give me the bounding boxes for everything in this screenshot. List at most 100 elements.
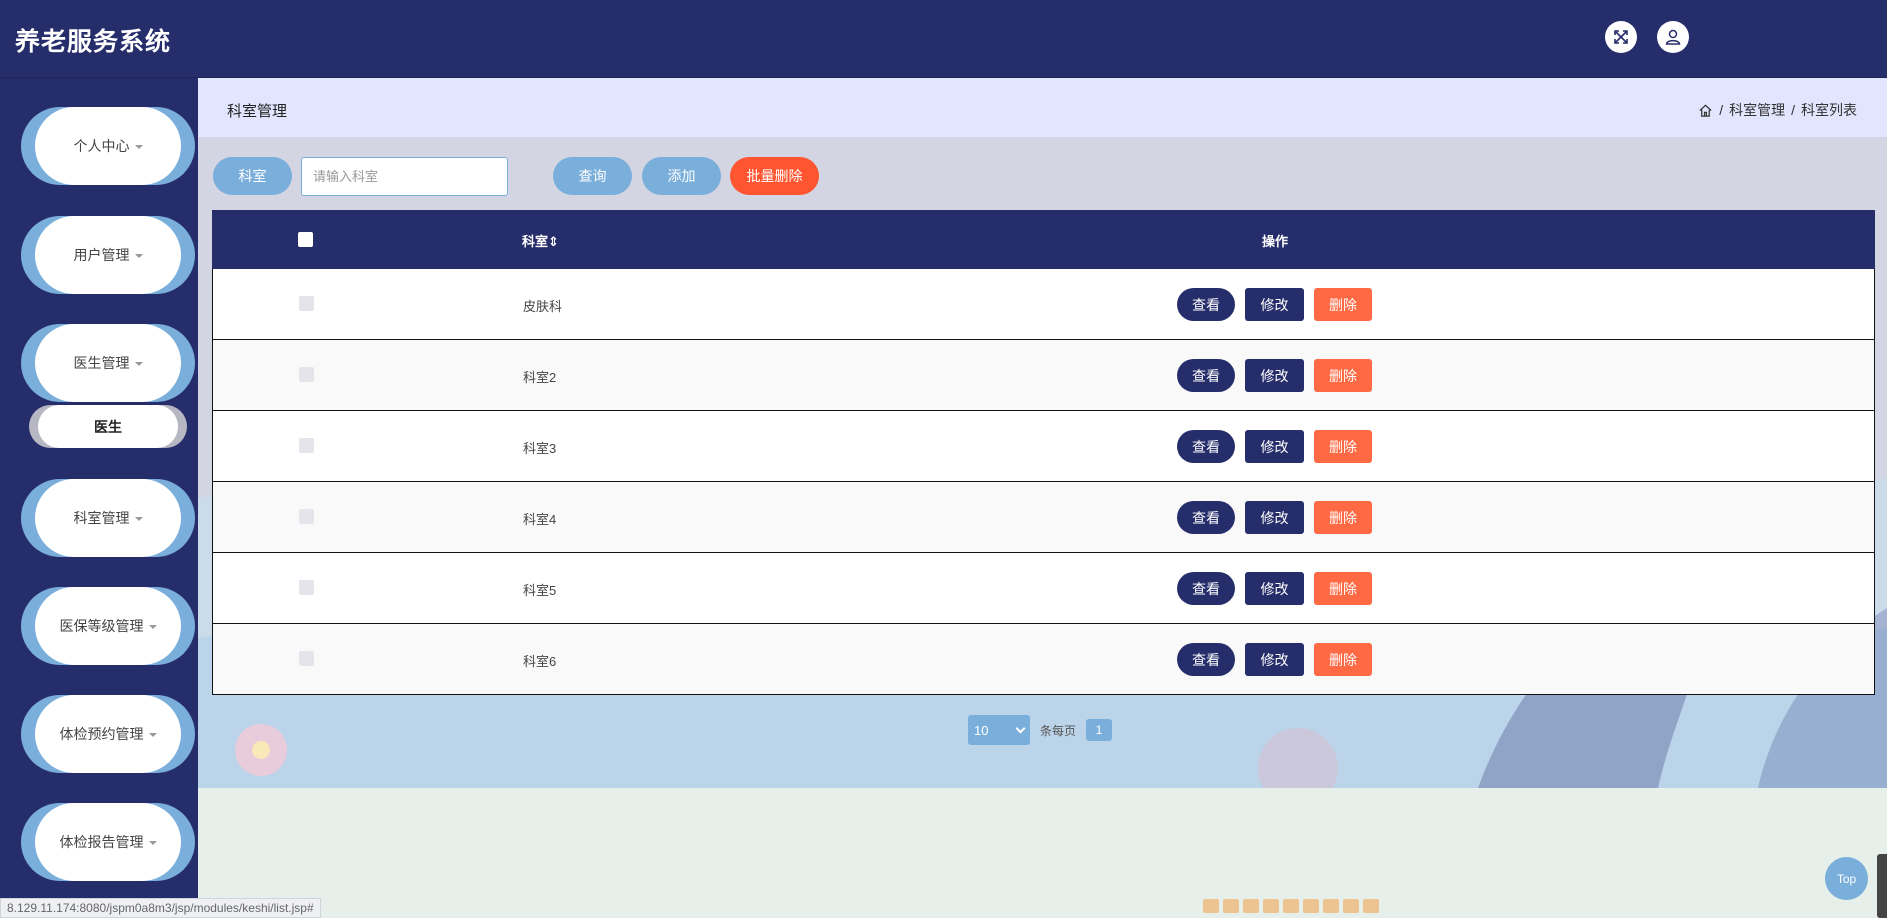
select-all-checkbox[interactable]	[298, 232, 313, 247]
breadcrumb-item: 科室列表	[1801, 102, 1857, 118]
page-size-value: 10	[974, 722, 989, 738]
edit-button[interactable]: 修改	[1245, 501, 1304, 534]
table-row: 科室2 查看 修改 删除	[212, 340, 1875, 411]
edit-button[interactable]: 修改	[1245, 288, 1304, 321]
delete-button[interactable]: 删除	[1314, 359, 1372, 392]
chevron-down-icon	[134, 254, 143, 258]
add-button[interactable]: 添加	[642, 157, 721, 195]
page-title: 科室管理	[227, 103, 288, 120]
sidebar-item-label: 体检报告管理	[59, 834, 144, 850]
cell-department: 科室2	[523, 370, 557, 385]
per-page-label: 条每页	[1040, 723, 1077, 738]
delete-button[interactable]: 删除	[1314, 643, 1372, 676]
sidebar-subitem-label: 医生	[38, 405, 178, 448]
edit-button[interactable]: 修改	[1245, 430, 1304, 463]
table-row: 皮肤科 查看 修改 删除	[212, 269, 1875, 340]
breadcrumb-separator: /	[1791, 102, 1795, 118]
view-button[interactable]: 查看	[1177, 288, 1235, 321]
page-number-button[interactable]: 1	[1086, 719, 1113, 741]
user-icon[interactable]	[1657, 21, 1689, 53]
sidebar-item-department-management[interactable]: 科室管理	[21, 479, 195, 557]
delete-button[interactable]: 删除	[1314, 501, 1372, 534]
table-row: 科室4 查看 修改 删除	[212, 482, 1875, 553]
view-button[interactable]: 查看	[1177, 501, 1235, 534]
main-content: 科室管理 / 科室管理 / 科室列表 科室 查询 添加 批量删除 科室⇕ 操作 …	[198, 78, 1887, 788]
sidebar-subitem-doctor[interactable]: 医生	[29, 405, 187, 448]
sidebar-item-label: 用户管理	[73, 247, 130, 263]
chevron-down-icon	[134, 517, 143, 521]
ime-toolbar	[1203, 896, 1399, 916]
cell-department: 科室5	[523, 583, 557, 598]
sidebar-item-checkup-report[interactable]: 体检报告管理	[21, 803, 195, 881]
ime-icon	[1283, 899, 1299, 913]
row-checkbox[interactable]	[299, 509, 314, 524]
cell-department: 科室3	[523, 441, 557, 456]
sidebar-item-personal-center[interactable]: 个人中心	[21, 107, 195, 185]
breadcrumb-separator: /	[1719, 102, 1724, 118]
breadcrumb-item[interactable]: 科室管理	[1729, 100, 1785, 120]
row-checkbox[interactable]	[299, 296, 314, 311]
cell-department: 科室6	[523, 654, 557, 669]
sidebar-item-insurance-level[interactable]: 医保等级管理	[21, 587, 195, 665]
row-checkbox[interactable]	[299, 367, 314, 382]
department-table: 科室⇕ 操作 皮肤科 查看 修改 删除 科室2 查看 修改 删除 科室3 查看 …	[212, 210, 1875, 695]
row-checkbox[interactable]	[299, 438, 314, 453]
row-checkbox[interactable]	[299, 651, 314, 666]
view-button[interactable]: 查看	[1177, 643, 1235, 676]
sidebar-item-label: 个人中心	[73, 138, 130, 154]
sidebar-item-label: 科室管理	[73, 510, 130, 526]
search-field-label: 科室	[213, 157, 292, 195]
table-header: 科室⇕ 操作	[212, 210, 1875, 269]
sidebar-item-doctor-management[interactable]: 医生管理	[21, 324, 195, 402]
batch-delete-button[interactable]: 批量删除	[730, 157, 819, 195]
delete-button[interactable]: 删除	[1314, 430, 1372, 463]
ime-icon	[1203, 899, 1219, 913]
sidebar-item-label: 体检预约管理	[59, 726, 144, 742]
fullscreen-icon[interactable]	[1605, 21, 1637, 53]
home-icon[interactable]	[1698, 103, 1713, 118]
ime-icon	[1223, 899, 1239, 913]
ime-icon	[1243, 899, 1259, 913]
chevron-down-icon	[134, 362, 143, 366]
back-to-top-button[interactable]: Top	[1825, 857, 1868, 900]
chevron-down-icon	[1015, 723, 1026, 733]
sidebar-item-checkup-booking[interactable]: 体检预约管理	[21, 695, 195, 773]
chevron-down-icon	[134, 145, 143, 149]
column-header-department[interactable]: 科室⇕	[522, 231, 559, 250]
view-button[interactable]: 查看	[1177, 572, 1235, 605]
table-row: 科室5 查看 修改 删除	[212, 553, 1875, 624]
cell-department: 皮肤科	[523, 299, 563, 314]
table-row: 科室6 查看 修改 删除	[212, 624, 1875, 695]
edit-button[interactable]: 修改	[1245, 643, 1304, 676]
sidebar-item-user-management[interactable]: 用户管理	[21, 216, 195, 294]
row-checkbox[interactable]	[299, 580, 314, 595]
ime-icon	[1343, 899, 1359, 913]
column-header-operations: 操作	[1262, 234, 1289, 249]
view-button[interactable]: 查看	[1177, 359, 1235, 392]
page-size-select[interactable]: 10	[968, 715, 1030, 745]
table-row: 科室3 查看 修改 删除	[212, 411, 1875, 482]
view-button[interactable]: 查看	[1177, 430, 1235, 463]
app-title: 养老服务系统	[15, 28, 172, 56]
ime-icon	[1323, 899, 1339, 913]
scrollbar-handle[interactable]	[1877, 854, 1887, 918]
browser-status-url: 8.129.11.174:8080/jspm0a8m3/jsp/modules/…	[0, 898, 321, 918]
breadcrumb-bar: 科室管理 / 科室管理 / 科室列表	[198, 78, 1887, 137]
chevron-down-icon	[148, 841, 157, 845]
chevron-down-icon	[148, 625, 157, 629]
pagination: 10 条每页 1	[968, 715, 1113, 745]
top-header: 养老服务系统	[0, 0, 1887, 78]
breadcrumb: / 科室管理 / 科室列表	[1698, 100, 1857, 120]
delete-button[interactable]: 删除	[1314, 572, 1372, 605]
edit-button[interactable]: 修改	[1245, 359, 1304, 392]
sidebar: 个人中心 用户管理 医生管理 医生 科室管理 医保等级管理 体检预约管理 体检报…	[0, 78, 198, 918]
sidebar-item-label: 医生管理	[73, 355, 130, 371]
sidebar-item-label: 医保等级管理	[59, 618, 144, 634]
search-input[interactable]	[301, 157, 508, 196]
chevron-down-icon	[148, 733, 157, 737]
delete-button[interactable]: 删除	[1314, 288, 1372, 321]
query-button[interactable]: 查询	[553, 157, 632, 195]
ime-icon	[1303, 899, 1319, 913]
edit-button[interactable]: 修改	[1245, 572, 1304, 605]
cell-department: 科室4	[523, 512, 557, 527]
